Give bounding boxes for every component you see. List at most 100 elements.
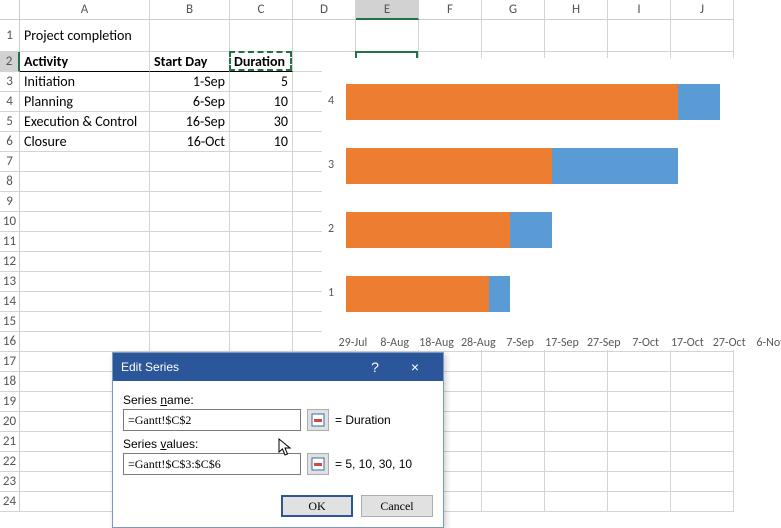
series-name-input[interactable] <box>123 409 301 431</box>
cell-J1[interactable] <box>671 20 734 52</box>
bar-duration-2[interactable] <box>510 212 552 248</box>
cell-B13[interactable] <box>150 272 230 292</box>
cell-B9[interactable] <box>150 192 230 212</box>
cell-B3[interactable]: 1-Sep <box>150 72 230 92</box>
row-header-15[interactable]: 15 <box>0 312 20 332</box>
row-header-5[interactable]: 5 <box>0 112 20 132</box>
cell-B6[interactable]: 16-Oct <box>150 132 230 152</box>
column-header-H[interactable]: H <box>545 0 608 20</box>
cell-C13[interactable] <box>230 272 293 292</box>
cell-A11[interactable] <box>20 232 150 252</box>
cell-I17[interactable] <box>608 352 671 372</box>
cell-G22[interactable] <box>482 452 545 472</box>
cell-C9[interactable] <box>230 192 293 212</box>
cell-H18[interactable] <box>545 372 608 392</box>
cell-H17[interactable] <box>545 352 608 372</box>
column-header-C[interactable]: C <box>230 0 293 20</box>
cell-A10[interactable] <box>20 212 150 232</box>
row-header-8[interactable]: 8 <box>0 172 20 192</box>
cell-B8[interactable] <box>150 172 230 192</box>
column-header-I[interactable]: I <box>608 0 671 20</box>
cell-J21[interactable] <box>671 432 734 452</box>
cell-A16[interactable] <box>20 332 150 352</box>
row-header-14[interactable]: 14 <box>0 292 20 312</box>
cell-C5[interactable]: 30 <box>230 112 293 132</box>
cell-J17[interactable] <box>671 352 734 372</box>
cell-I22[interactable] <box>608 452 671 472</box>
cell-G1[interactable] <box>482 20 545 52</box>
cell-G23[interactable] <box>482 472 545 492</box>
cell-C7[interactable] <box>230 152 293 172</box>
cell-A12[interactable] <box>20 252 150 272</box>
cell-J22[interactable] <box>671 452 734 472</box>
cell-C4[interactable]: 10 <box>230 92 293 112</box>
row-header-22[interactable]: 22 <box>0 452 20 472</box>
cell-A7[interactable] <box>20 152 150 172</box>
dialog-title-bar[interactable]: Edit Series ? × <box>113 353 443 381</box>
gantt-chart[interactable]: 4321 29-Jul8-Aug18-Aug28-Aug7-Sep17-Sep2… <box>322 58 774 350</box>
cell-J24[interactable] <box>671 492 734 512</box>
close-button[interactable]: × <box>395 359 435 375</box>
row-header-12[interactable]: 12 <box>0 252 20 272</box>
select-all-corner[interactable] <box>0 0 20 20</box>
cell-C15[interactable] <box>230 312 293 332</box>
cell-B10[interactable] <box>150 212 230 232</box>
row-header-17[interactable]: 17 <box>0 352 20 372</box>
cell-H22[interactable] <box>545 452 608 472</box>
cancel-button[interactable]: Cancel <box>361 495 433 517</box>
cell-B12[interactable] <box>150 252 230 272</box>
cell-C6[interactable]: 10 <box>230 132 293 152</box>
cell-J20[interactable] <box>671 412 734 432</box>
column-header-D[interactable]: D <box>293 0 356 20</box>
cell-I1[interactable] <box>608 20 671 52</box>
row-header-7[interactable]: 7 <box>0 152 20 172</box>
cell-B4[interactable]: 6-Sep <box>150 92 230 112</box>
bar-duration-1[interactable] <box>489 276 510 312</box>
cell-G20[interactable] <box>482 412 545 432</box>
collapse-range-icon[interactable] <box>307 409 329 431</box>
cell-H24[interactable] <box>545 492 608 512</box>
bar-duration-3[interactable] <box>552 148 678 184</box>
cell-A5[interactable]: Execution & Control <box>20 112 150 132</box>
cell-A9[interactable] <box>20 192 150 212</box>
cell-B16[interactable] <box>150 332 230 352</box>
cell-G24[interactable] <box>482 492 545 512</box>
cell-C1[interactable] <box>230 20 293 52</box>
column-header-A[interactable]: A <box>20 0 150 20</box>
bar-start-4[interactable] <box>346 84 678 120</box>
column-header-J[interactable]: J <box>671 0 734 20</box>
cell-I18[interactable] <box>608 372 671 392</box>
cell-A13[interactable] <box>20 272 150 292</box>
cell-B11[interactable] <box>150 232 230 252</box>
cell-G19[interactable] <box>482 392 545 412</box>
bar-start-2[interactable] <box>346 212 510 248</box>
cell-C2[interactable]: Duration <box>230 52 293 72</box>
row-header-19[interactable]: 19 <box>0 392 20 412</box>
cell-B2[interactable]: Start Day <box>150 52 230 72</box>
cell-C12[interactable] <box>230 252 293 272</box>
row-header-4[interactable]: 4 <box>0 92 20 112</box>
cell-H20[interactable] <box>545 412 608 432</box>
cell-A2[interactable]: Activity <box>20 52 150 72</box>
row-header-23[interactable]: 23 <box>0 472 20 492</box>
cell-A3[interactable]: Initiation <box>20 72 150 92</box>
cell-B14[interactable] <box>150 292 230 312</box>
cell-H19[interactable] <box>545 392 608 412</box>
cell-I23[interactable] <box>608 472 671 492</box>
cell-I24[interactable] <box>608 492 671 512</box>
cell-F1[interactable] <box>419 20 482 52</box>
column-header-B[interactable]: B <box>150 0 230 20</box>
cell-I19[interactable] <box>608 392 671 412</box>
cell-C3[interactable]: 5 <box>230 72 293 92</box>
cell-H23[interactable] <box>545 472 608 492</box>
cell-B5[interactable]: 16-Sep <box>150 112 230 132</box>
row-header-9[interactable]: 9 <box>0 192 20 212</box>
cell-A4[interactable]: Planning <box>20 92 150 112</box>
cell-E1[interactable] <box>356 20 419 52</box>
cell-J19[interactable] <box>671 392 734 412</box>
cell-B1[interactable] <box>150 20 230 52</box>
row-header-20[interactable]: 20 <box>0 412 20 432</box>
cell-H1[interactable] <box>545 20 608 52</box>
row-header-1[interactable]: 1 <box>0 20 20 52</box>
row-header-10[interactable]: 10 <box>0 212 20 232</box>
